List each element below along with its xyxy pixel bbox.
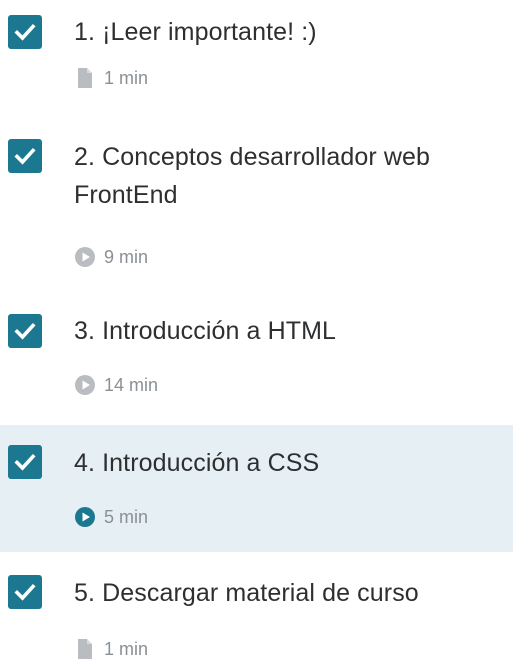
- checkmark-icon: [14, 583, 36, 601]
- lesson-complete-checkbox[interactable]: [8, 445, 42, 479]
- lesson-duration: 5 min: [104, 506, 149, 527]
- checkmark-icon: [14, 23, 36, 41]
- lesson-duration: 9 min: [104, 246, 149, 267]
- checkmark-icon: [14, 453, 36, 471]
- play-video-icon: [75, 507, 95, 527]
- lesson-meta: 14 min: [75, 373, 158, 397]
- lesson-meta: 9 min: [75, 245, 148, 269]
- lesson-meta: 1 min: [75, 66, 148, 90]
- course-curriculum-list: 1. ¡Leer importante! :) 1 min 2. Concept…: [0, 0, 513, 663]
- lesson-duration: 1 min: [104, 638, 149, 659]
- lesson-complete-checkbox[interactable]: [8, 139, 42, 173]
- lesson-complete-checkbox[interactable]: [8, 575, 42, 609]
- document-icon: [78, 68, 92, 88]
- lesson-duration: 1 min: [104, 67, 149, 88]
- lesson-item-1[interactable]: 1. ¡Leer importante! :) 1 min: [0, 0, 513, 110]
- lesson-meta: 1 min: [75, 637, 148, 661]
- lesson-title: 5. Descargar material de curso: [74, 579, 419, 607]
- checkmark-icon: [14, 147, 36, 165]
- document-icon: [78, 639, 92, 659]
- lesson-duration: 14 min: [104, 374, 159, 395]
- play-video-icon: [75, 247, 95, 267]
- lesson-item-5[interactable]: 5. Descargar material de curso 1 min: [0, 552, 513, 663]
- lesson-title: 3. Introducción a HTML: [74, 317, 337, 345]
- lesson-title: 1. ¡Leer importante! :): [74, 18, 317, 46]
- lesson-item-3[interactable]: 3. Introducción a HTML 14 min: [0, 300, 513, 425]
- lesson-item-2[interactable]: 2. Conceptos desarrollador web FrontEnd …: [0, 110, 513, 300]
- checkmark-icon: [14, 322, 36, 340]
- lesson-complete-checkbox[interactable]: [8, 15, 42, 49]
- lesson-title: 4. Introducción a CSS: [74, 449, 320, 477]
- lesson-meta: 5 min: [75, 505, 148, 529]
- lesson-complete-checkbox[interactable]: [8, 314, 42, 348]
- lesson-title: 2. Conceptos desarrollador web FrontEnd: [74, 143, 430, 209]
- lesson-item-4-active[interactable]: 4. Introducción a CSS 5 min: [0, 425, 513, 552]
- play-video-icon: [75, 375, 95, 395]
